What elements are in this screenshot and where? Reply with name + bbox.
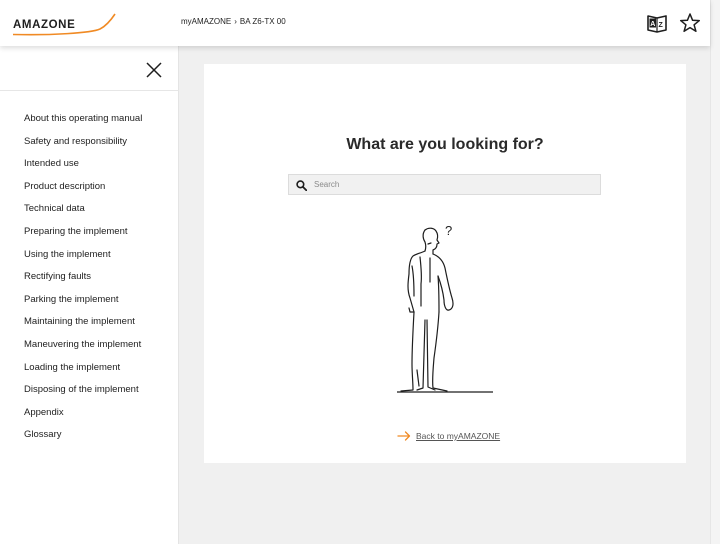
sidebar: About this operating manual Safety and r… <box>0 46 179 544</box>
sidebar-item-disposing[interactable]: Disposing of the implement <box>24 381 142 404</box>
breadcrumb-manual[interactable]: BA Z6-TX 00 <box>240 17 286 26</box>
star-icon <box>679 13 701 33</box>
person-looking-up-illustration: ? <box>397 223 493 393</box>
sidebar-item-loading[interactable]: Loading the implement <box>24 359 142 382</box>
sidebar-item-maneuvering[interactable]: Maneuvering the implement <box>24 336 142 359</box>
top-header: AMAZONE myAMAZONE › BA Z6-TX 00 A Z <box>0 0 710 46</box>
favorites-button[interactable] <box>679 12 701 34</box>
back-link-label: Back to myAMAZONE <box>416 431 501 441</box>
sidebar-item-maintaining[interactable]: Maintaining the implement <box>24 313 142 336</box>
glossary-book-icon: A Z <box>647 15 667 33</box>
sidebar-item-parking[interactable]: Parking the implement <box>24 291 142 314</box>
sidebar-item-appendix[interactable]: Appendix <box>24 404 142 427</box>
page-title: What are you looking for? <box>346 136 544 153</box>
question-mark: ? <box>445 223 452 238</box>
arrow-right-icon <box>397 431 411 441</box>
breadcrumb: myAMAZONE › BA Z6-TX 00 <box>181 17 286 26</box>
search-input[interactable] <box>314 176 594 193</box>
svg-text:AMAZONE: AMAZONE <box>13 19 75 31</box>
svg-text:A: A <box>650 21 655 28</box>
sidebar-item-intended-use[interactable]: Intended use <box>24 155 142 178</box>
sidebar-item-glossary[interactable]: Glossary <box>24 426 142 449</box>
sidebar-item-using[interactable]: Using the implement <box>24 246 142 269</box>
sidebar-item-technical-data[interactable]: Technical data <box>24 200 142 223</box>
glossary-button[interactable]: A Z <box>646 12 668 34</box>
svg-text:Z: Z <box>659 22 664 29</box>
sidebar-nav: About this operating manual Safety and r… <box>24 110 142 449</box>
back-to-myamazone-link[interactable]: Back to myAMAZONE <box>397 431 500 441</box>
close-sidebar-button[interactable] <box>145 61 163 79</box>
breadcrumb-separator: › <box>234 17 237 26</box>
breadcrumb-myamazone[interactable]: myAMAZONE <box>181 17 231 26</box>
amazone-logo[interactable]: AMAZONE <box>11 12 117 38</box>
sidebar-item-preparing[interactable]: Preparing the implement <box>24 223 142 246</box>
page-scrollbar[interactable] <box>710 0 720 544</box>
sidebar-item-safety[interactable]: Safety and responsibility <box>24 133 142 156</box>
search-panel: What are you looking for? ? <box>204 64 686 463</box>
sidebar-divider <box>0 90 179 91</box>
sidebar-item-product-description[interactable]: Product description <box>24 178 142 201</box>
sidebar-item-about-manual[interactable]: About this operating manual <box>24 110 142 133</box>
close-icon <box>146 62 162 78</box>
search-box[interactable] <box>288 174 601 195</box>
search-icon <box>296 180 307 191</box>
sidebar-item-rectifying-faults[interactable]: Rectifying faults <box>24 268 142 291</box>
